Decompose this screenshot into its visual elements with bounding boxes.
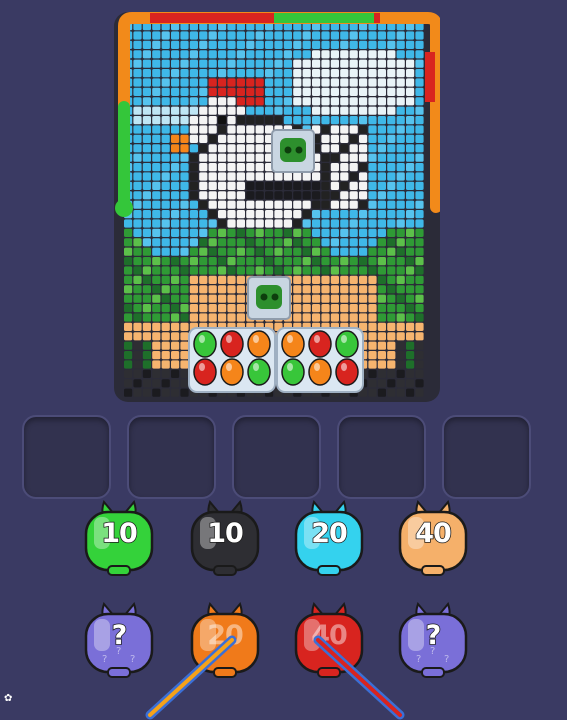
red-pig[interactable]: 40	[290, 602, 368, 678]
cannon-2	[247, 276, 291, 320]
egg	[335, 330, 359, 358]
pixel-grid	[114, 12, 440, 402]
mystery-pig-1[interactable]: ????	[80, 602, 158, 678]
pig-ammo-label: 40	[414, 517, 452, 550]
peach-pig[interactable]: 40	[394, 500, 472, 576]
holding-slot-3[interactable]	[232, 415, 321, 499]
pig-ammo-label: 40	[311, 620, 348, 651]
svg-text:?: ?	[102, 654, 107, 665]
egg	[220, 330, 244, 358]
pig-ammo-label: 20	[207, 620, 244, 651]
pixel-puzzle-board	[114, 12, 440, 402]
pig-ammo-label: ?	[111, 619, 128, 652]
egg	[247, 330, 271, 358]
mystery-pig-2[interactable]: ????	[394, 602, 472, 678]
svg-text:?: ?	[444, 654, 449, 665]
pig-ammo-label: 10	[206, 517, 244, 550]
svg-text:?: ?	[416, 654, 421, 665]
egg-tray-2	[276, 327, 364, 393]
egg	[193, 330, 217, 358]
egg	[281, 330, 305, 358]
egg	[335, 358, 359, 386]
egg	[247, 358, 271, 386]
egg	[308, 358, 332, 386]
cannon-1	[271, 129, 315, 173]
egg	[193, 358, 217, 386]
egg	[308, 330, 332, 358]
settings-icon[interactable]: ✿	[4, 694, 14, 704]
orange-pig[interactable]: 20	[186, 602, 264, 678]
holding-slot-1[interactable]	[22, 415, 111, 499]
holding-slot-5[interactable]	[442, 415, 531, 499]
svg-text:?: ?	[130, 654, 135, 665]
egg	[281, 358, 305, 386]
green-pig[interactable]: 10	[80, 500, 158, 576]
holding-slot-2[interactable]	[127, 415, 216, 499]
holding-slot-4[interactable]	[337, 415, 426, 499]
egg-tray-1	[188, 327, 276, 393]
black-pig[interactable]: 10	[186, 500, 264, 576]
pig-ammo-label: ?	[425, 619, 442, 652]
pig-ammo-label: 10	[100, 517, 138, 550]
cyan-pig[interactable]: 20	[290, 500, 368, 576]
egg	[220, 358, 244, 386]
pig-ammo-label: 20	[310, 517, 348, 550]
